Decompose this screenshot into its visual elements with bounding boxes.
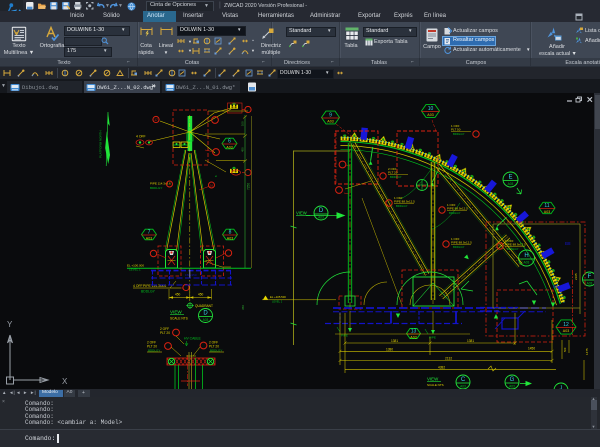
svg-text:X: X [62,377,68,386]
svg-text:8: 8 [229,229,232,235]
svg-text:150x150: 150x150 [185,273,197,277]
svg-text:A03: A03 [587,282,593,286]
svg-text:BDDLGY: BDDLGY [453,245,465,249]
svg-text:BDDLGY: BDDLGY [150,186,162,190]
svg-text:9: 9 [329,112,332,118]
svg-text:500: 500 [563,347,567,352]
svg-text:BDDLGY: BDDLGY [148,349,160,353]
svg-text:450: 450 [198,293,204,297]
svg-text:D: D [319,208,324,214]
svg-text:VIEW: VIEW [296,211,307,216]
svg-text:17: 17 [154,118,158,122]
svg-text:A03: A03 [318,216,324,220]
svg-text:A03: A03 [327,120,333,124]
svg-text:LEVEL 2: LEVEL 2 [272,300,283,304]
svg-text:BDDLGY: BDDLGY [453,132,465,136]
svg-text:VIEW: VIEW [170,310,182,315]
svg-text:BDDLGY: BDDLGY [141,290,156,294]
svg-text:13: 13 [411,328,417,334]
svg-text:D: D [203,311,208,317]
svg-text:1381: 1381 [391,339,398,343]
svg-text:4 OFF: 4 OFF [136,135,146,139]
svg-text:16: 16 [210,183,214,187]
svg-text:C: C [461,377,466,383]
svg-text:6: 6 [228,138,231,144]
svg-text:1475: 1475 [585,348,589,355]
svg-text:A03: A03 [563,329,569,333]
svg-text:A03: A03 [524,261,530,265]
svg-text:2132: 2132 [445,356,452,360]
svg-text:100: 100 [241,121,245,126]
svg-text:BDDLGY: BDDLGY [210,349,222,353]
svg-text:A03: A03 [427,113,433,117]
svg-text:SCALE NTS: SCALE NTS [427,383,444,387]
svg-text:A03: A03 [410,336,416,340]
svg-text:ø: ø [215,174,217,178]
svg-text:B8: B8 [565,241,571,246]
svg-text:11: 11 [544,203,549,209]
svg-text:BDDLGY: BDDLGY [396,204,408,208]
svg-text:SCALE NTS: SCALE NTS [170,317,188,321]
svg-text:A03: A03 [203,318,209,322]
svg-text:7: 7 [148,229,151,235]
svg-text:E: E [508,175,512,181]
svg-text:B8: B8 [553,284,559,289]
svg-text:A03: A03 [226,146,232,150]
svg-text:A03: A03 [460,385,466,389]
svg-text:PIPE: PIPE [429,336,436,340]
svg-text:EL +105.500: EL +105.500 [270,295,286,299]
svg-text:BDDLGY: BDDLGY [449,211,461,215]
svg-text:BDDLGY: BDDLGY [507,247,519,251]
svg-text:7250: 7250 [247,183,251,190]
svg-text:PLT 20: PLT 20 [160,331,170,335]
svg-text:4382: 4382 [438,366,445,370]
svg-text:F: F [588,274,592,280]
svg-text:PLATFORM NORTH: PLATFORM NORTH [99,130,103,158]
svg-text:1380: 1380 [386,347,393,351]
svg-text:VIEW: VIEW [427,377,439,382]
svg-text:HV CABLE: HV CABLE [184,337,202,341]
svg-text:350: 350 [241,305,245,310]
svg-text:A03: A03 [508,182,514,186]
svg-text:4 OFF: 4 OFF [133,284,143,288]
svg-text:Y: Y [7,320,13,329]
svg-text:QUADRANT: QUADRANT [195,304,213,308]
svg-text:A03: A03 [227,237,233,241]
svg-text:LEVEL 1: LEVEL 1 [129,268,141,272]
svg-text:450: 450 [175,293,181,297]
svg-text:G: G [510,377,515,383]
svg-text:10: 10 [428,106,434,112]
svg-text:450: 450 [241,147,245,152]
svg-text:H: H [524,253,528,259]
svg-text:A03: A03 [146,237,152,241]
svg-text:BDDLGY: BDDLGY [390,175,402,179]
svg-text:A03: A03 [509,385,515,389]
svg-text:2105: 2105 [574,273,578,280]
svg-text:1450: 1450 [528,346,535,350]
svg-text:1381: 1381 [467,339,474,343]
svg-text:PIPE: PIPE [341,334,348,338]
svg-text:A03: A03 [544,210,550,214]
svg-text:12: 12 [563,322,569,328]
